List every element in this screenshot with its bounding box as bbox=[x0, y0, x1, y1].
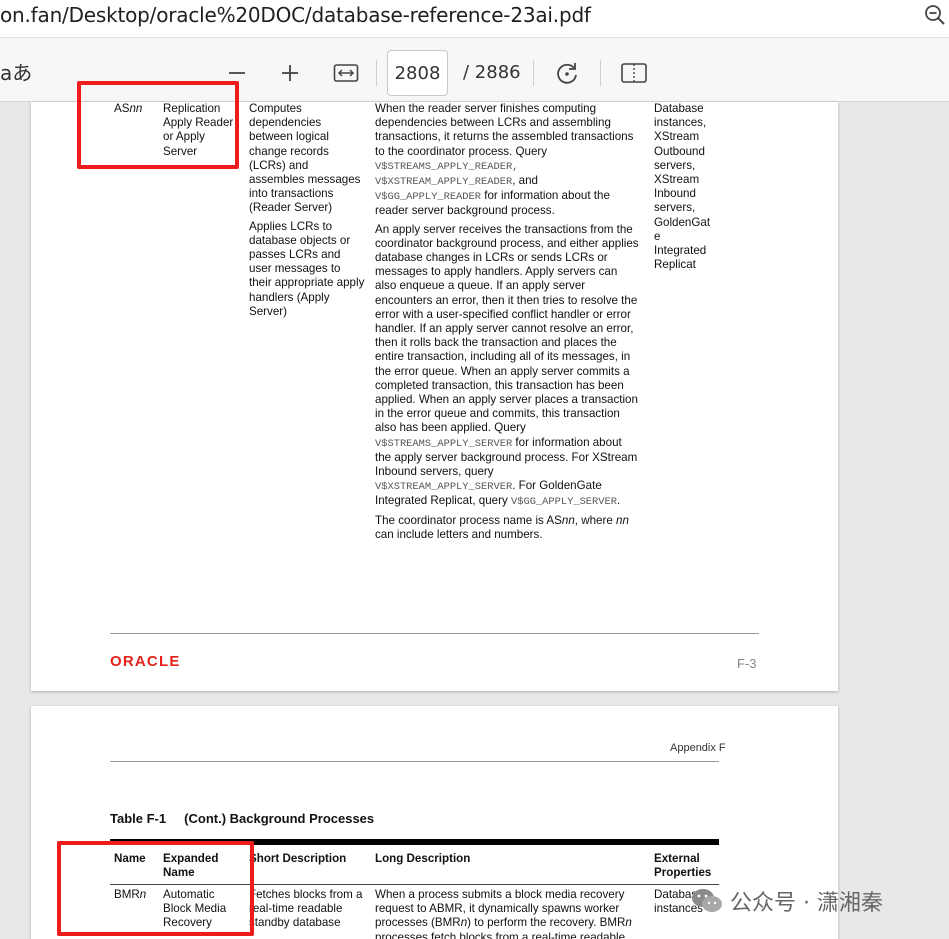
header-rule bbox=[110, 761, 719, 762]
short-desc-para: Computes dependencies between logical ch… bbox=[249, 102, 361, 215]
running-header: Appendix F bbox=[670, 742, 726, 754]
watermark: 公众号 · 潇湘秦 bbox=[690, 885, 883, 917]
watermark-text: 公众号 · 潇湘秦 bbox=[730, 891, 883, 916]
short-desc-para: Applies LCRs to database objects or pass… bbox=[249, 219, 365, 318]
header-long-description: Long Description bbox=[375, 852, 471, 865]
highlight-box bbox=[77, 81, 239, 169]
long-desc-para-reader: When the reader server finishes computin… bbox=[375, 102, 634, 218]
long-desc-para-coordinator: The coordinator process name is ASnn, wh… bbox=[375, 513, 629, 541]
header-short-description: Short Description bbox=[249, 852, 347, 865]
read-aloud-button[interactable]: aあ bbox=[0, 57, 32, 86]
highlight-box bbox=[57, 841, 254, 936]
header-external-properties: External Properties bbox=[654, 852, 712, 880]
page-number: F-3 bbox=[737, 656, 757, 671]
pdf-page: ASnn Replication Apply Reader or Apply S… bbox=[31, 102, 838, 691]
toolbar-separator bbox=[533, 60, 534, 86]
wechat-icon bbox=[692, 889, 722, 912]
zoom-out-icon[interactable] bbox=[227, 63, 247, 83]
short-description: Computes dependencies between logical ch… bbox=[249, 102, 375, 319]
external-properties: Database instances, XStream Outbound ser… bbox=[654, 102, 711, 272]
url-text[interactable]: on.fan/Desktop/oracle%20DOC/database-ref… bbox=[0, 3, 591, 27]
toolbar-separator bbox=[376, 60, 377, 86]
rotate-icon[interactable] bbox=[554, 60, 580, 86]
footer-rule bbox=[110, 633, 759, 634]
short-description: Fetches blocks from a real-time readable… bbox=[249, 888, 363, 930]
toolbar-separator bbox=[600, 60, 601, 86]
fit-width-icon[interactable] bbox=[333, 63, 359, 83]
long-desc-para-apply: An apply server receives the transaction… bbox=[375, 222, 639, 509]
page-number-input[interactable]: 2808 bbox=[387, 50, 448, 96]
table-title: Table F-1 (Cont.) Background Processes bbox=[110, 811, 375, 826]
page-zoom-icon[interactable] bbox=[924, 4, 946, 26]
address-bar[interactable]: on.fan/Desktop/oracle%20DOC/database-ref… bbox=[0, 0, 949, 38]
long-description: When a process submits a block media rec… bbox=[375, 888, 632, 939]
two-page-view-icon[interactable] bbox=[620, 62, 648, 84]
long-description: When the reader server finishes computin… bbox=[375, 102, 653, 542]
oracle-logo: ORACLE bbox=[110, 653, 181, 670]
total-pages-label: / 2886 bbox=[463, 62, 521, 83]
zoom-in-icon[interactable] bbox=[280, 63, 300, 83]
